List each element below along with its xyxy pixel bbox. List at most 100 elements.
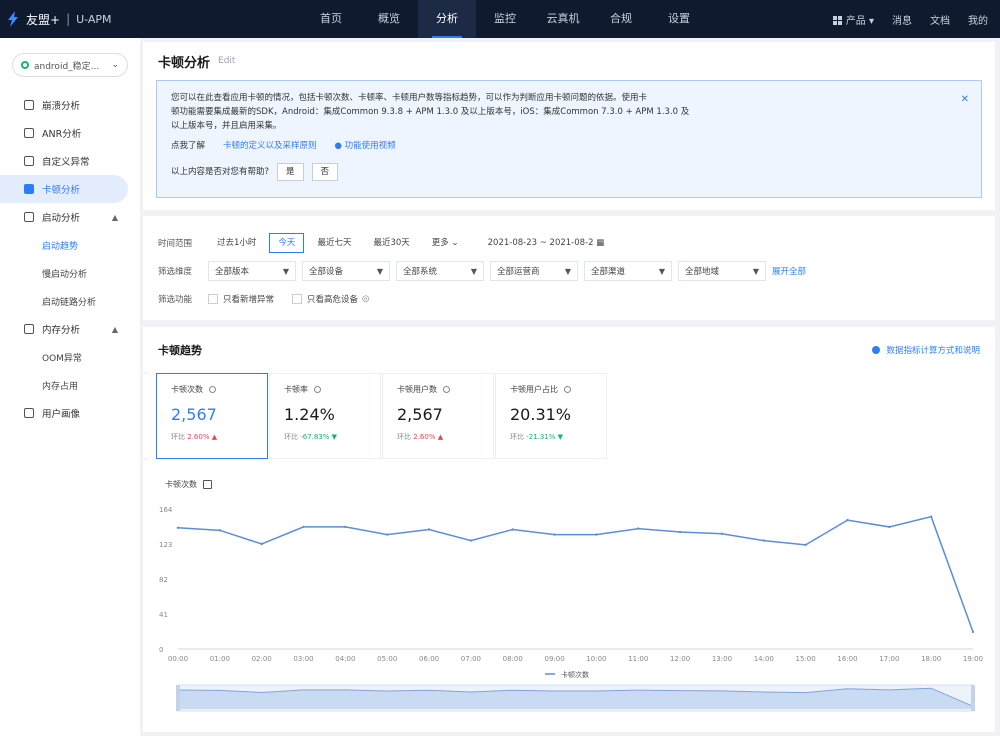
metric-compare: 环比 2.60% ▲ bbox=[171, 432, 253, 442]
data-point-12[interactable] bbox=[678, 530, 682, 534]
time-option-2[interactable]: 最近七天 bbox=[308, 233, 360, 253]
filter-dropdown-5[interactable]: 全部地域 ▼ bbox=[678, 261, 766, 281]
sidebar-item-label: ANR分析 bbox=[42, 129, 82, 140]
sidebar-item-11[interactable]: 用户画像 bbox=[0, 399, 140, 427]
play-icon: ● bbox=[334, 141, 342, 151]
time-option-0[interactable]: 过去1小时 bbox=[208, 233, 265, 253]
metric-compare: 环比 2.60% ▲ bbox=[397, 432, 479, 442]
metric-card-0[interactable]: 卡顿次数 2,567 环比 2.60% ▲ bbox=[156, 373, 268, 459]
data-point-10[interactable] bbox=[595, 533, 598, 536]
filter-dimension-row: 筛选维度 全部版本 ▼ 全部设备 ▼ 全部系统 ▼ 全部运营商 ▼ 全部渠道 ▼ 全部地域 ▼ 展开全… bbox=[143, 257, 995, 285]
expand-all-link[interactable]: 展开全部 bbox=[772, 265, 806, 277]
sidebar-item-8[interactable]: 内存分析 ▲ bbox=[0, 315, 140, 343]
nav-tab-4[interactable]: 云真机 bbox=[534, 0, 592, 38]
chart-metric-tag: 卡顿次数 bbox=[165, 477, 995, 491]
menu-icon bbox=[24, 408, 34, 418]
trend-header: 卡顿趋势 数据指标计算方式和说明 bbox=[143, 327, 995, 373]
sidebar-subitem-6[interactable]: 慢启动分析 bbox=[0, 259, 140, 287]
data-point-6[interactable] bbox=[427, 528, 431, 531]
data-point-5[interactable] bbox=[386, 533, 389, 536]
data-point-15[interactable] bbox=[804, 543, 807, 547]
right-nav-item-3[interactable]: 我的 bbox=[968, 12, 988, 27]
nav-tab-0[interactable]: 首页 bbox=[302, 0, 360, 38]
nav-tab-1[interactable]: 概览 bbox=[360, 0, 418, 38]
filter-dropdown-1[interactable]: 全部设备 ▼ bbox=[302, 261, 390, 281]
metric-name: 卡顿用户数 bbox=[397, 384, 479, 395]
sidebar-subitem-5[interactable]: 启动趋势 bbox=[0, 231, 140, 259]
data-point-19[interactable] bbox=[971, 630, 975, 634]
filter-dropdown-label: 全部版本 bbox=[215, 267, 250, 277]
filter-funnel-icon: ▼ bbox=[376, 266, 383, 276]
metric-card-3[interactable]: 卡顿用户占比 20.31% 环比 -21.31% ▼ bbox=[495, 373, 607, 459]
data-point-4[interactable] bbox=[344, 525, 347, 529]
sidebar-subitem-7[interactable]: 启动链路分析 bbox=[0, 287, 140, 315]
data-point-2[interactable] bbox=[260, 542, 263, 546]
sidebar-subitem-10[interactable]: 内存占用 bbox=[0, 371, 140, 399]
app-selector[interactable]: android_稳定... ⌄ bbox=[12, 53, 128, 77]
high-risk-checkbox[interactable]: 只看高危设备 ◎ bbox=[292, 293, 369, 305]
filter-dropdown-2[interactable]: 全部系统 ▼ bbox=[396, 261, 484, 281]
sidebar-item-1[interactable]: ANR分析 bbox=[0, 119, 140, 147]
time-option-1[interactable]: 今天 bbox=[269, 233, 305, 253]
data-point-9[interactable] bbox=[553, 533, 556, 536]
filter-dropdown-3[interactable]: 全部运营商 ▼ bbox=[490, 261, 578, 281]
top-navbar: 友盟+ | U-APM 首页 概览 分析 监控 云真机 合规 设置 产品 ▾ 消息 文档 我的 bbox=[0, 0, 1000, 38]
metric-card-1[interactable]: 卡顿率 1.24% 环比 -67.83% ▼ bbox=[269, 373, 381, 459]
copy-icon[interactable] bbox=[203, 479, 212, 489]
filter-dropdown-4[interactable]: 全部渠道 ▼ bbox=[584, 261, 672, 281]
right-nav-item-0[interactable]: 产品 ▾ bbox=[832, 12, 874, 27]
definition-link[interactable]: 卡顿的定义以及采样原则 bbox=[223, 139, 317, 153]
x-tick-label-6: 06:00 bbox=[419, 655, 439, 663]
chart-metric-label: 卡顿次数 bbox=[165, 479, 197, 489]
chevron-up-icon: ▲ bbox=[111, 324, 118, 334]
legend-label[interactable]: 卡顿次数 bbox=[561, 670, 589, 679]
compare-value: -67.83% ▼ bbox=[300, 433, 338, 441]
date-range-picker[interactable]: 2021-08-23 ~ 2021-08-2 ▦ bbox=[482, 233, 611, 253]
data-point-0[interactable] bbox=[176, 526, 180, 529]
zoom-handle-right[interactable] bbox=[971, 685, 975, 711]
x-tick-label-12: 12:00 bbox=[670, 655, 690, 663]
video-link[interactable]: ● 功能使用视频 bbox=[335, 139, 396, 153]
more-time-label: 更多 bbox=[431, 238, 449, 248]
zoom-handle-left[interactable] bbox=[176, 685, 180, 711]
y-tick-label-2: 82 bbox=[159, 576, 168, 584]
metric-help-link[interactable]: 数据指标计算方式和说明 bbox=[872, 344, 980, 356]
right-nav-item-2[interactable]: 文档 bbox=[930, 12, 950, 27]
data-point-7[interactable] bbox=[469, 539, 473, 542]
time-option-3[interactable]: 最近30天 bbox=[364, 233, 418, 253]
metric-card-2[interactable]: 卡顿用户数 2,567 环比 2.60% ▲ bbox=[382, 373, 494, 459]
checkbox-box bbox=[208, 294, 218, 304]
nav-tab-3[interactable]: 监控 bbox=[476, 0, 534, 38]
nav-tab-6[interactable]: 设置 bbox=[650, 0, 708, 38]
data-point-14[interactable] bbox=[762, 539, 765, 542]
data-point-3[interactable] bbox=[302, 525, 305, 529]
edit-link[interactable]: Edit bbox=[218, 56, 235, 66]
right-nav-item-1[interactable]: 消息 bbox=[892, 12, 912, 27]
close-icon[interactable]: ✕ bbox=[961, 93, 969, 107]
data-point-16[interactable] bbox=[846, 518, 849, 522]
feedback-yes-button[interactable]: 是 bbox=[277, 163, 304, 181]
sidebar-item-0[interactable]: 崩溃分析 bbox=[0, 91, 140, 119]
data-point-18[interactable] bbox=[929, 515, 933, 518]
nav-tab-2[interactable]: 分析 bbox=[418, 0, 476, 38]
sidebar-item-3[interactable]: 卡顿分析 bbox=[0, 175, 128, 203]
feedback-no-button[interactable]: 否 bbox=[311, 163, 339, 181]
filter-funnel-icon: ▼ bbox=[564, 266, 571, 276]
data-point-11[interactable] bbox=[637, 527, 640, 530]
more-time-dropdown[interactable]: 更多 ⌄ bbox=[423, 233, 468, 253]
data-point-1[interactable] bbox=[218, 529, 222, 532]
data-point-13[interactable] bbox=[720, 532, 724, 535]
sidebar-item-2[interactable]: 自定义异常 bbox=[0, 147, 140, 175]
trend-title: 卡顿趋势 bbox=[158, 344, 202, 357]
nav-tab-5[interactable]: 合规 bbox=[592, 0, 650, 38]
filter-dropdown-label: 全部设备 bbox=[309, 267, 344, 277]
data-point-8[interactable] bbox=[511, 528, 514, 531]
brand[interactable]: 友盟+ | U-APM bbox=[0, 11, 280, 28]
time-range-row: 时间范围 过去1小时 今天 最近七天 最近30天 更多 ⌄ 2021-08-23 ~ … bbox=[143, 229, 995, 257]
brand-separator: | bbox=[66, 12, 71, 26]
data-point-17[interactable] bbox=[888, 525, 891, 529]
new-exception-checkbox[interactable]: 只看新增异常 bbox=[208, 293, 274, 305]
sidebar-item-4[interactable]: 启动分析 ▲ bbox=[0, 203, 140, 231]
sidebar-subitem-9[interactable]: OOM异常 bbox=[0, 343, 140, 371]
filter-dropdown-0[interactable]: 全部版本 ▼ bbox=[208, 261, 296, 281]
